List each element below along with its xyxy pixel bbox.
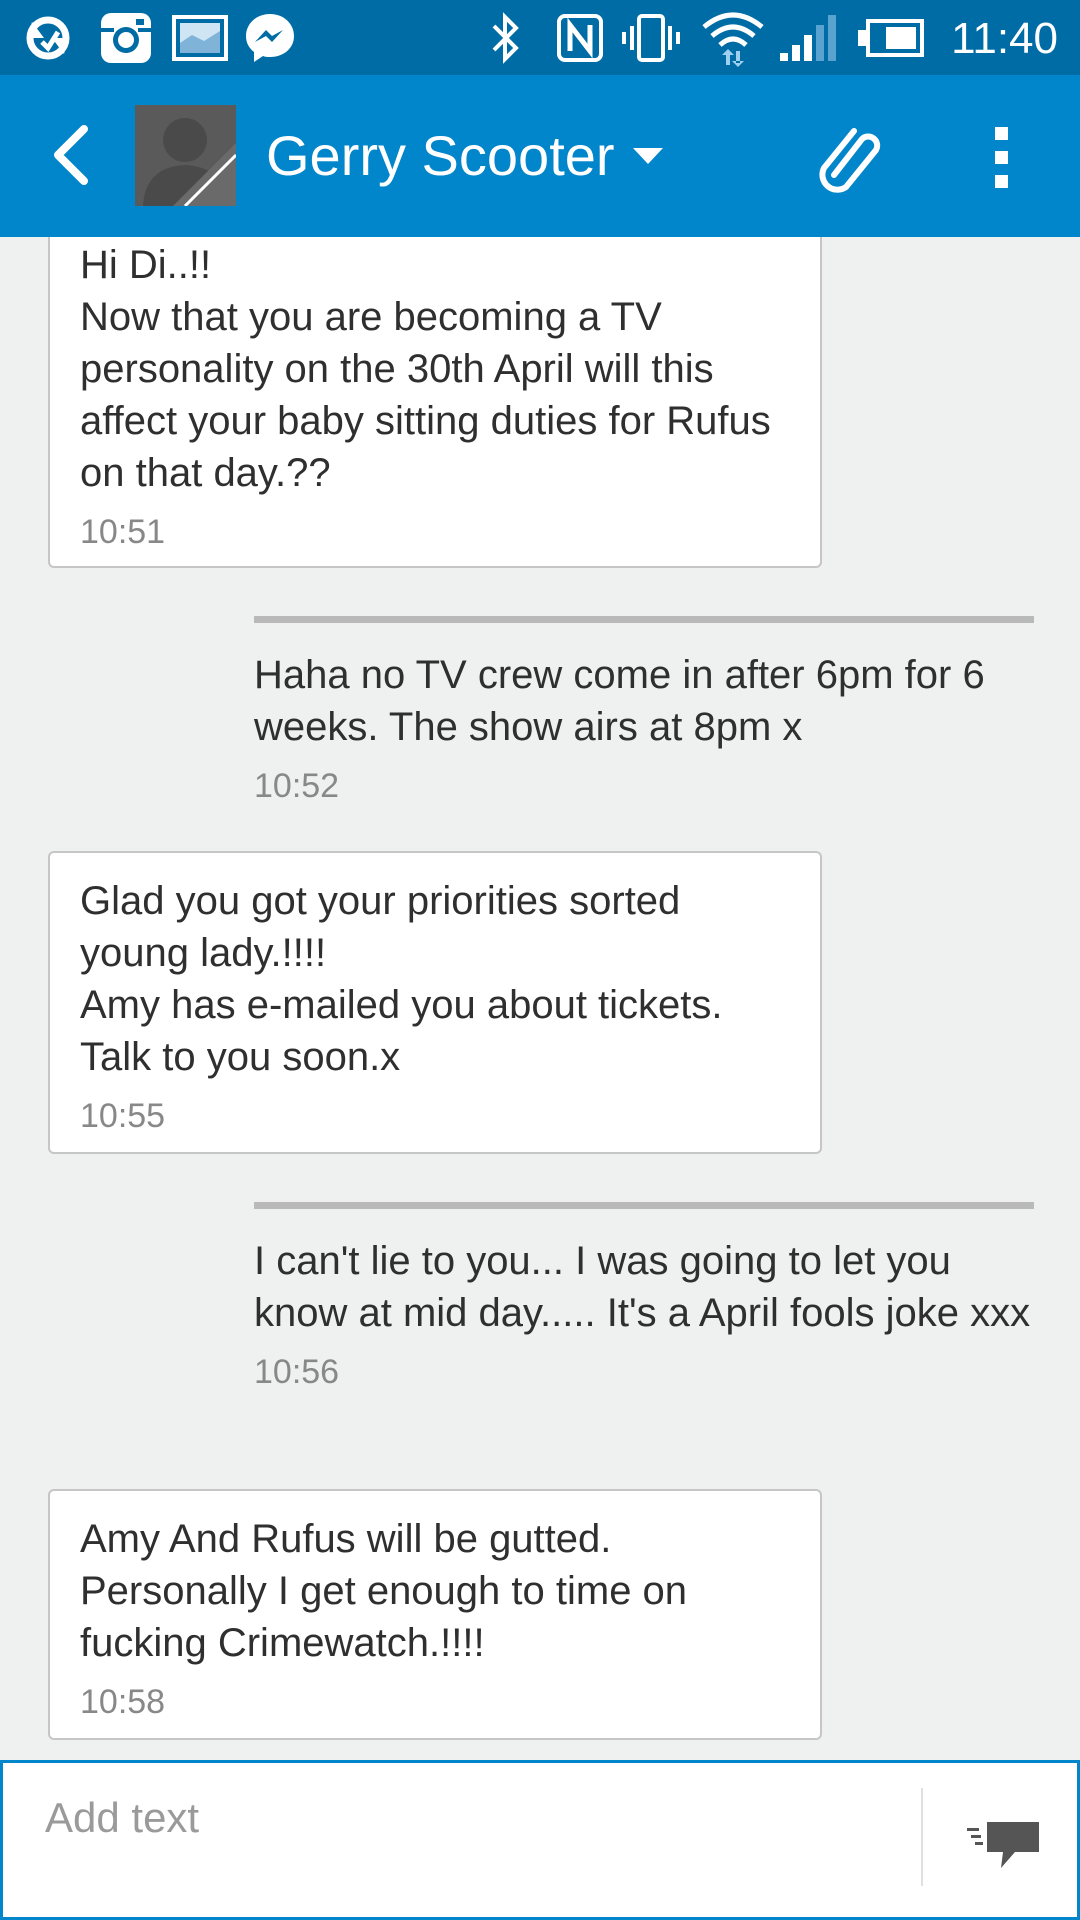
nfc-icon [556, 0, 604, 75]
outgoing-message[interactable]: Haha no TV crew come in after 6pm for 6 … [254, 616, 1034, 806]
vibrate-icon [620, 0, 682, 75]
messenger-icon [242, 0, 298, 75]
bluetooth-icon [488, 0, 522, 75]
message-text: I can't lie to you... I was going to let… [254, 1239, 1031, 1335]
instagram-icon [98, 0, 154, 75]
back-arrow-icon [54, 125, 88, 185]
paperclip-icon [819, 128, 881, 193]
back-button[interactable] [40, 115, 110, 195]
contact-avatar[interactable] [135, 105, 236, 206]
status-time: 11:40 [951, 14, 1058, 63]
conversation-header: Gerry Scooter [0, 75, 1080, 237]
overflow-menu-button[interactable] [975, 115, 1030, 200]
sync-icon [22, 0, 74, 75]
message-time: 10:58 [80, 1683, 166, 1721]
incoming-message[interactable]: Amy And Rufus will be gutted. Personally… [48, 1489, 822, 1740]
outgoing-message[interactable]: I can't lie to you... I was going to let… [254, 1202, 1034, 1392]
battery-icon [856, 0, 926, 75]
outgoing-divider [254, 1202, 1034, 1209]
message-text: Hi Di..!! Now that you are becoming a TV… [80, 243, 771, 495]
contact-name-dropdown[interactable]: Gerry Scooter [266, 115, 663, 197]
message-text: Glad you got your priorities sorted youn… [80, 879, 723, 1079]
message-text: Haha no TV crew come in after 6pm for 6 … [254, 653, 996, 749]
status-bar: 11:40 [0, 0, 1080, 75]
message-time: 10:56 [254, 1353, 340, 1391]
outgoing-divider [254, 616, 1034, 623]
wifi-icon [700, 0, 766, 75]
composer-divider [921, 1788, 923, 1886]
cell-signal-icon [778, 0, 840, 75]
chevron-down-icon [632, 148, 663, 164]
attach-button[interactable] [812, 115, 892, 200]
send-message-icon [967, 1822, 1039, 1868]
message-time: 10:52 [254, 767, 340, 805]
contact-name: Gerry Scooter [266, 124, 615, 187]
incoming-message[interactable]: Hi Di..!! Now that you are becoming a TV… [48, 237, 822, 568]
message-list[interactable]: Hi Di..!! Now that you are becoming a TV… [0, 237, 1080, 1760]
message-input[interactable] [45, 1783, 905, 1853]
message-time: 10:55 [80, 1097, 166, 1135]
send-button[interactable] [965, 1818, 1043, 1874]
more-vert-icon [995, 127, 1008, 188]
message-text: Amy And Rufus will be gutted. Personally… [80, 1517, 699, 1665]
composer-bar [0, 1760, 1080, 1920]
incoming-message[interactable]: Glad you got your priorities sorted youn… [48, 851, 822, 1154]
message-time: 10:51 [80, 513, 166, 551]
gallery-icon [172, 0, 228, 75]
avatar-silhouette-icon [135, 105, 236, 206]
